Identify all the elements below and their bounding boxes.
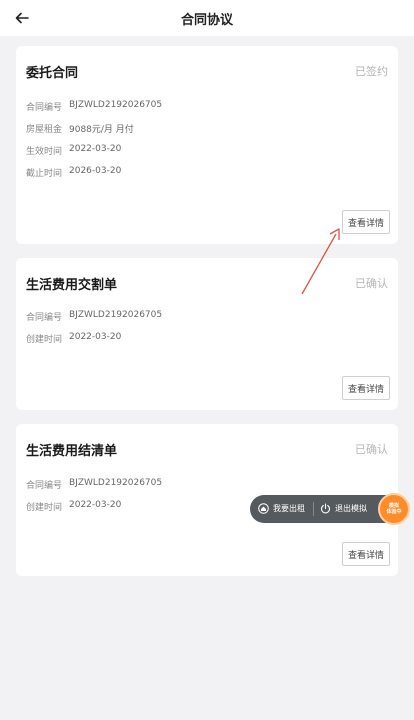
status-badge: 已确认 xyxy=(355,277,388,290)
rent-out-label: 我要出租 xyxy=(273,504,305,513)
info-row: 创建时间 2022-03-20 xyxy=(26,332,121,345)
card-title: 生活费用交割单 xyxy=(26,278,118,293)
exit-simulation-button[interactable]: 退出模拟 xyxy=(320,503,367,514)
divider xyxy=(313,502,314,516)
info-row: 房屋租金 9088元/月 月付 xyxy=(26,122,134,135)
handover-card: 生活费用交割单 已确认 合同编号 BJZWLD2192026705 创建时间 2… xyxy=(16,258,398,410)
row-label: 生效时间 xyxy=(26,147,63,157)
view-details-button[interactable]: 查看详情 xyxy=(342,376,390,400)
row-label: 房屋租金 xyxy=(26,125,63,135)
view-details-button[interactable]: 查看详情 xyxy=(342,542,390,566)
card-title: 委托合同 xyxy=(26,66,79,81)
status-badge: 已签约 xyxy=(355,65,388,78)
exit-simulation-label: 退出模拟 xyxy=(335,504,367,513)
row-value: 9088元/月 月付 xyxy=(69,125,134,135)
arrow-left-icon xyxy=(15,12,29,24)
info-row: 生效时间 2022-03-20 xyxy=(26,144,121,157)
row-label: 合同编号 xyxy=(26,103,63,113)
row-value: 2022-03-20 xyxy=(69,144,122,154)
info-row: 合同编号 BJZWLD2192026705 xyxy=(26,310,162,323)
info-row: 合同编号 BJZWLD2192026705 xyxy=(26,100,162,113)
row-value: 2026-03-20 xyxy=(69,166,122,176)
info-row: 创建时间 2022-03-20 xyxy=(26,500,121,513)
rent-out-button[interactable]: 我要出租 xyxy=(258,503,305,514)
card-title: 生活费用结清单 xyxy=(26,444,118,459)
home-circle-icon xyxy=(258,503,269,514)
back-button[interactable] xyxy=(10,6,34,30)
badge-text: 模拟 体验中 xyxy=(386,503,402,515)
row-label: 合同编号 xyxy=(26,313,63,323)
row-value: 2022-03-20 xyxy=(69,500,122,510)
info-row: 截止时间 2026-03-20 xyxy=(26,166,121,179)
status-badge: 已确认 xyxy=(355,443,388,456)
row-label: 创建时间 xyxy=(26,503,63,513)
top-bar: 合同协议 xyxy=(0,0,414,36)
power-icon xyxy=(321,503,330,514)
simulation-badge[interactable]: 模拟 体验中 xyxy=(378,493,410,525)
contract-card: 委托合同 已签约 合同编号 BJZWLD2192026705 房屋租金 9088… xyxy=(16,46,398,244)
row-value: BJZWLD2192026705 xyxy=(69,310,163,320)
page-title: 合同协议 xyxy=(180,12,233,28)
info-row: 合同编号 BJZWLD2192026705 xyxy=(26,478,162,491)
row-value: 2022-03-20 xyxy=(69,332,122,342)
row-label: 合同编号 xyxy=(26,481,63,491)
row-label: 创建时间 xyxy=(26,335,63,345)
view-details-button[interactable]: 查看详情 xyxy=(342,210,390,234)
row-label: 截止时间 xyxy=(26,169,63,179)
row-value: BJZWLD2192026705 xyxy=(69,100,163,110)
row-value: BJZWLD2192026705 xyxy=(69,478,163,488)
